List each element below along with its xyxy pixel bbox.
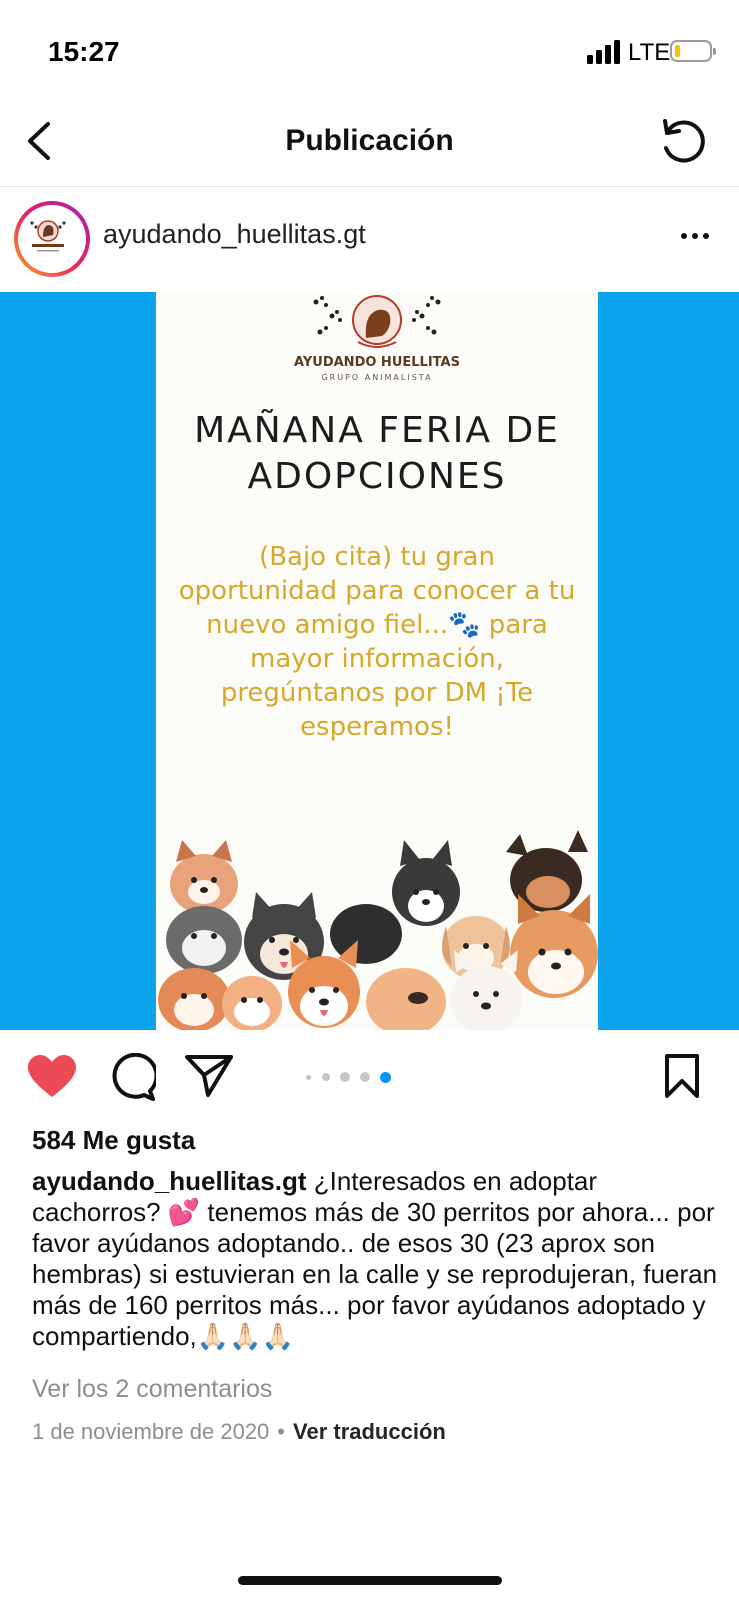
send-icon[interactable] — [184, 1053, 234, 1099]
carousel-dot — [306, 1074, 311, 1080]
dogs-illustration — [158, 830, 598, 1030]
brand-name: AYUDANDO HUELLITAS — [294, 355, 460, 370]
carousel-dot — [360, 1072, 370, 1082]
brand-logo-icon — [313, 295, 441, 348]
status-time: 15:27 — [48, 36, 120, 67]
likes-count[interactable]: 584 Me gusta — [32, 1125, 195, 1156]
headline-line-2: ADOPCIONES — [247, 456, 507, 497]
page-title: Publicación — [285, 124, 454, 157]
post-actions — [0, 1031, 739, 1121]
caption-username[interactable]: ayudando_huellitas.gt — [32, 1166, 307, 1196]
translate-link[interactable]: Ver traducción — [293, 1419, 446, 1444]
bookmark-icon[interactable] — [664, 1053, 700, 1099]
view-comments-link[interactable]: Ver los 2 comentarios — [32, 1375, 272, 1404]
post-username[interactable]: ayudando_huellitas.gt — [103, 219, 366, 250]
battery-icon — [670, 40, 716, 62]
carousel-dot-active — [380, 1071, 391, 1083]
post-date: 1 de noviembre de 2020 — [32, 1419, 270, 1444]
post-meta: 1 de noviembre de 2020 • Ver traducción — [32, 1419, 446, 1445]
refresh-icon[interactable] — [656, 114, 710, 168]
more-horizontal-icon[interactable] — [680, 231, 710, 241]
carousel-dot — [322, 1073, 330, 1081]
post-image[interactable]: AYUDANDO HUELLITAS GRUPO ANIMALISTA MAÑA… — [0, 292, 739, 1030]
carousel-dot — [340, 1072, 350, 1082]
post-header: ayudando_huellitas.gt — [0, 187, 739, 291]
flyer-body-text: (Bajo cita) tu gran oportunidad para con… — [178, 542, 576, 742]
home-indicator[interactable] — [238, 1576, 502, 1585]
adoption-flyer: AYUDANDO HUELLITAS GRUPO ANIMALISTA MAÑA… — [156, 292, 598, 1030]
avatar[interactable] — [14, 201, 90, 277]
signal-icon — [587, 40, 620, 64]
flyer-headline: MAÑANA FERIA DE ADOPCIONES — [156, 408, 598, 500]
post-caption: ayudando_huellitas.gt ¿Interesados en ad… — [32, 1166, 722, 1352]
brand-subtitle: GRUPO ANIMALISTA — [321, 373, 433, 382]
meta-separator: • — [277, 1419, 285, 1444]
nav-bar: Publicación — [0, 100, 739, 187]
carousel-indicator — [306, 1071, 398, 1083]
heart-filled-icon[interactable] — [26, 1053, 78, 1099]
headline-line-1: MAÑANA FERIA DE — [194, 410, 560, 451]
paw-logo-icon — [30, 220, 66, 252]
status-bar: 15:27 LTE — [0, 0, 739, 100]
network-type: LTE — [628, 39, 671, 66]
comment-icon[interactable] — [106, 1053, 156, 1101]
